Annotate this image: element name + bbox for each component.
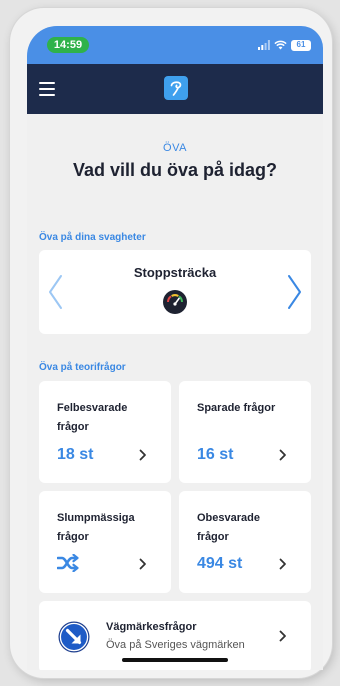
page-eyebrow: ÖVA xyxy=(163,142,187,154)
signal-icon xyxy=(258,40,270,50)
card-title: Sparade frågor xyxy=(197,402,276,414)
road-signs-subtitle: Öva på Sveriges vägmärken xyxy=(106,639,245,651)
road-signs-title: Vägmärkesfrågor xyxy=(106,621,197,633)
card-count: 494 st xyxy=(197,555,243,572)
main-content: ÖVA Vad vill du öva på idag? Öva på dina… xyxy=(27,114,323,670)
status-bar: 14:59 61 xyxy=(27,26,323,64)
status-time: 14:59 xyxy=(47,37,89,53)
chevron-right-icon xyxy=(139,449,146,461)
chevron-right-icon xyxy=(279,558,286,570)
card-count: 16 st xyxy=(197,446,234,463)
card-saved-questions[interactable]: Sparade frågor 16 st xyxy=(179,381,311,483)
top-navigation-bar xyxy=(27,64,323,114)
chevron-right-icon xyxy=(279,449,286,461)
road-sign-icon xyxy=(58,621,90,653)
weakness-carousel-card[interactable]: Stoppsträcka xyxy=(39,250,311,334)
card-random-questions[interactable]: Slumpmässiga frågor xyxy=(39,491,171,593)
card-wrong-answers[interactable]: Felbesvarade frågor 18 st xyxy=(39,381,171,483)
app-screen: 14:59 61 ÖVA Vad vill du öva på idag? Öv… xyxy=(27,26,323,670)
status-icons: 61 xyxy=(258,37,311,53)
card-title: Felbesvarade frågor xyxy=(57,402,128,433)
battery-icon: 61 xyxy=(291,39,311,51)
gauge-icon xyxy=(163,290,187,314)
page-title: Vad vill du öva på idag? xyxy=(72,160,278,180)
chevron-right-icon xyxy=(139,558,146,570)
chevron-right-icon xyxy=(279,630,286,642)
home-indicator[interactable] xyxy=(122,658,228,662)
card-title: Slumpmässiga frågor xyxy=(57,512,135,543)
weaknesses-section-label: Öva på dina svagheter xyxy=(39,232,146,243)
theory-section-label: Öva på teorifrågor xyxy=(39,362,126,373)
wifi-icon xyxy=(274,40,287,50)
app-logo-icon[interactable] xyxy=(164,76,188,100)
shuffle-icon xyxy=(57,554,79,572)
weakness-topic-title: Stoppsträcka xyxy=(133,265,217,280)
hamburger-icon[interactable] xyxy=(39,82,55,96)
chevron-right-icon[interactable] xyxy=(287,274,303,310)
card-unanswered-questions[interactable]: Obesvarade frågor 494 st xyxy=(179,491,311,593)
card-count: 18 st xyxy=(57,446,94,463)
card-title: Obesvarade frågor xyxy=(197,512,260,543)
